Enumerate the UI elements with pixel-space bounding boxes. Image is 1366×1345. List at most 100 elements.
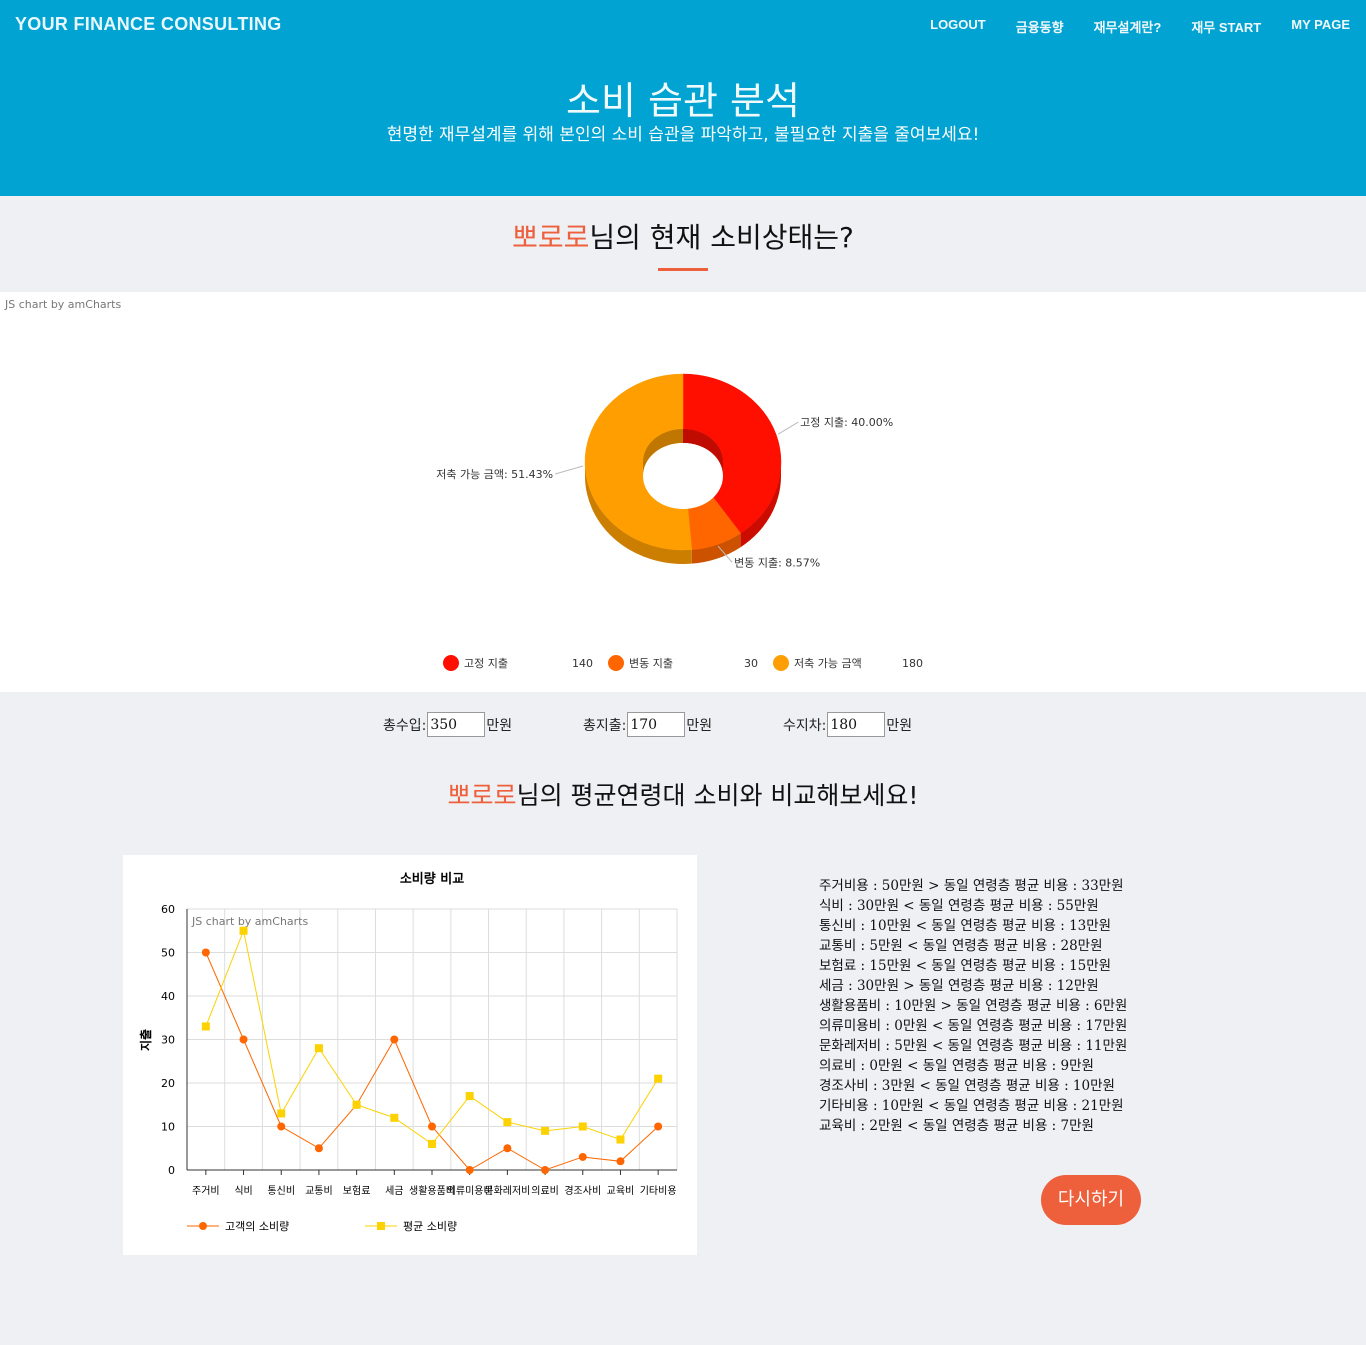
data-point[interactable] [541, 1126, 550, 1135]
line-chart-panel: 소비량 비교 0 10 20 30 40 50 60 지출 주거비 식비 통신비 교통비 보험료 세금 생활용… [123, 855, 697, 1255]
data-point[interactable] [503, 1144, 512, 1153]
comparison-line: 통신비 : 10만원 < 동일 연령층 평균 비용 : 13만원 [819, 918, 1112, 934]
data-point[interactable] [390, 1113, 399, 1122]
data-point[interactable] [654, 1074, 663, 1083]
user-name-2: 뽀로로 [447, 781, 517, 810]
y-tick-label: 50 [161, 947, 175, 960]
nav-logout[interactable]: LOGOUT [930, 17, 986, 36]
data-point[interactable] [428, 1139, 436, 1148]
x-tick-label: 교통비 [305, 1185, 333, 1197]
x-tick-label: 교육비 [607, 1185, 635, 1197]
x-tick-label: 보험료 [343, 1185, 371, 1197]
data-point[interactable] [201, 948, 210, 957]
income-summary: 총수입: 만원 [383, 712, 512, 737]
data-point[interactable] [314, 1144, 323, 1153]
data-point[interactable] [578, 1152, 587, 1161]
comparison-line: 식비 : 30만원 < 동일 연령층 평균 비용 : 55만원 [819, 898, 1099, 914]
income-field[interactable] [427, 712, 486, 737]
comparison-line: 기타비용 : 10만원 < 동일 연령층 평균 비용 : 21만원 [819, 1098, 1124, 1114]
comparison-line: 보험료 : 15만원 < 동일 연령층 평균 비용 : 15만원 [819, 958, 1112, 974]
page-subtitle: 현명한 재무설계를 위해 본인의 소비 습관을 파악하고, 불필요한 지출을 줄… [386, 125, 980, 145]
retry-button[interactable]: 다시하기 [1041, 1175, 1141, 1225]
data-point[interactable] [239, 1035, 248, 1044]
navbar: YOUR FINANCE CONSULTING LOGOUT 금융동향 재무설계… [0, 0, 1366, 50]
legend-marker[interactable] [608, 655, 624, 671]
section-title-text: 님의 현재 소비상태는? [589, 221, 854, 254]
comparison-line: 문화레저비 : 5만원 < 동일 연령층 평균 비용 : 11만원 [819, 1038, 1128, 1054]
data-point[interactable] [465, 1092, 474, 1101]
y-tick-label: 60 [161, 903, 175, 916]
comparison-line: 의료비 : 0만원 < 동일 연령층 평균 비용 : 9만원 [819, 1058, 1094, 1074]
amcharts-credit-line[interactable]: JS chart by amCharts [191, 915, 308, 928]
pie-label-line [777, 421, 799, 435]
comparison-line: 교육비 : 2만원 < 동일 연령층 평균 비용 : 7만원 [819, 1118, 1094, 1134]
legend-marker[interactable] [377, 1222, 385, 1230]
pie-slice-label: 변동 지출: 8.57% [734, 556, 820, 569]
comparison-list: 주거비용 : 50만원 > 동일 연령층 평균 비용 : 33만원식비 : 30… [819, 876, 1127, 1136]
data-point[interactable] [465, 1166, 474, 1174]
expense-field[interactable] [627, 712, 686, 737]
data-point[interactable] [239, 926, 248, 935]
data-point[interactable] [277, 1122, 286, 1131]
income-label: 총수입: [383, 717, 427, 734]
nav-links: LOGOUT 금융동향 재무설계란? 재무 START MY PAGE [930, 17, 1350, 36]
y-tick-label: 10 [161, 1121, 175, 1134]
y-tick-label: 0 [168, 1164, 175, 1177]
y-tick-label: 40 [161, 990, 175, 1003]
expense-summary: 총지출: 만원 [583, 712, 712, 737]
x-tick-label: 문화레저비 [484, 1185, 530, 1197]
section-title-compare: 뽀로로님의 평균연령대 소비와 비교해보세요! [0, 776, 1366, 812]
comparison-line: 교통비 : 5만원 < 동일 연령층 평균 비용 : 28만원 [819, 938, 1103, 954]
y-axis-label: 지출 [138, 1029, 153, 1051]
x-tick-label: 세금 [385, 1185, 403, 1197]
pie-slice-label: 고정 지출: 40.00% [800, 416, 893, 429]
data-point[interactable] [390, 1035, 399, 1044]
comparison-line: 의류미용비 : 0만원 < 동일 연령층 평균 비용 : 17만원 [819, 1018, 1128, 1034]
data-point[interactable] [616, 1157, 625, 1166]
y-tick-label: 20 [161, 1077, 175, 1090]
legend-value: 30 [744, 657, 758, 670]
nav-finance-start[interactable]: 재무 START [1191, 17, 1261, 36]
income-unit: 만원 [486, 717, 513, 734]
x-tick-label: 경조사비 [564, 1184, 601, 1197]
pie-label-line [554, 465, 584, 475]
balance-field[interactable] [827, 712, 886, 737]
data-point[interactable] [314, 1044, 323, 1053]
series-line [205, 929, 659, 1145]
x-tick-label: 주거비 [192, 1185, 220, 1197]
legend-label: 고정 지출 [464, 657, 508, 670]
legend-label: 고객의 소비량 [225, 1220, 289, 1233]
data-point[interactable] [428, 1122, 436, 1131]
pie-chart: 고정 지출: 40.00% 변동 지출: 8.57% 저축 가능 금액: 51.43… [436, 373, 923, 671]
balance-unit: 만원 [886, 717, 913, 734]
pie-slice-label: 저축 가능 금액: 51.43% [436, 468, 553, 481]
y-tick-label: 30 [161, 1034, 175, 1047]
comparison-line: 경조사비 : 3만원 < 동일 연령층 평균 비용 : 10만원 [819, 1078, 1115, 1094]
data-point[interactable] [578, 1122, 587, 1131]
data-point[interactable] [541, 1166, 550, 1174]
legend-label: 저축 가능 금액 [794, 657, 862, 670]
expense-unit: 만원 [686, 717, 713, 734]
balance-label: 수지차: [783, 717, 827, 734]
nav-finance-trends[interactable]: 금융동향 [1016, 17, 1064, 36]
pie-hole [643, 443, 723, 509]
data-point[interactable] [654, 1122, 663, 1131]
x-tick-label: 통신비 [267, 1185, 295, 1197]
nav-about-planning[interactable]: 재무설계란? [1094, 17, 1162, 36]
title-underline [658, 268, 708, 271]
legend-value: 140 [572, 657, 593, 670]
data-point[interactable] [277, 1109, 286, 1118]
nav-my-page[interactable]: MY PAGE [1291, 17, 1350, 36]
legend-marker[interactable] [443, 655, 459, 671]
line-chart-title: 소비량 비교 [400, 872, 464, 887]
data-point[interactable] [616, 1135, 625, 1144]
legend-marker[interactable] [199, 1222, 207, 1230]
data-point[interactable] [503, 1118, 512, 1127]
legend-marker[interactable] [773, 655, 789, 671]
legend-value: 180 [902, 657, 923, 670]
data-point[interactable] [201, 1022, 210, 1031]
brand-logo[interactable]: YOUR FINANCE CONSULTING [15, 14, 282, 35]
section-title-text-2: 님의 평균연령대 소비와 비교해보세요! [516, 781, 919, 810]
comparison-line: 주거비용 : 50만원 > 동일 연령층 평균 비용 : 33만원 [819, 878, 1124, 894]
data-point[interactable] [352, 1100, 361, 1109]
